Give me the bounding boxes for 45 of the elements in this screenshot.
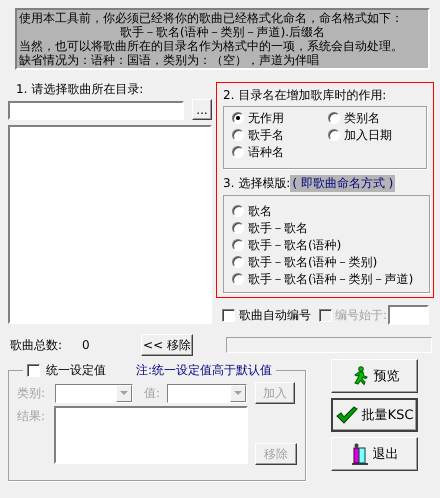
directory-label: 1. 请选择歌曲所在目录: xyxy=(16,82,144,96)
radio-option[interactable]: 歌手－歌名(语种－类别) xyxy=(232,254,429,270)
checkbox-option[interactable]: 歌曲自动编号 xyxy=(222,307,311,323)
radio-option[interactable]: 歌手名 xyxy=(232,127,328,143)
info-line: 歌手－歌名(语种－类别－声道).后缀名 xyxy=(118,25,326,39)
radio-button[interactable] xyxy=(232,146,244,158)
radio-button[interactable] xyxy=(232,222,244,234)
remove-button[interactable]: << 移除 xyxy=(141,334,193,356)
info-line: 使用本工具前，你必须已经将你的歌曲已经格式化命名，命名格式如下： xyxy=(19,11,404,25)
song-total-value: 0 xyxy=(82,338,91,352)
radio-button[interactable] xyxy=(232,256,244,268)
section-title: 3. 选择模版: xyxy=(223,174,290,192)
directory-field[interactable] xyxy=(8,101,184,120)
radio-option[interactable]: 加入日期 xyxy=(328,127,418,143)
value-label: 值: xyxy=(144,384,162,402)
radio-option[interactable]: 类别名 xyxy=(328,110,418,126)
radio-option[interactable]: 语种名 xyxy=(232,144,328,160)
start-number-field[interactable] xyxy=(388,305,430,325)
checkbox[interactable] xyxy=(222,308,235,322)
radio-button[interactable] xyxy=(232,112,244,124)
song-total-label: 歌曲总数: xyxy=(10,336,64,354)
check-icon xyxy=(336,406,358,424)
radio-button[interactable] xyxy=(328,129,340,141)
note-text: 注:统一设定值高于默认值 xyxy=(135,362,272,378)
browse-button[interactable]: ... xyxy=(192,99,212,120)
radio-button[interactable] xyxy=(232,205,244,217)
radio-option[interactable]: 歌手－歌名 xyxy=(232,220,429,236)
section-title: 2. 目录名在增加歌库时的作用: xyxy=(223,88,386,102)
info-line: 当然，也可以将歌曲所在的目录名作为格式中的一项，系统会自动处理。 xyxy=(19,39,404,53)
radio-option[interactable]: 歌手－歌名(语种) xyxy=(232,237,429,253)
category-label: 类别: xyxy=(17,384,46,402)
radio-option[interactable]: 无作用 xyxy=(232,110,328,126)
result-label: 结果: xyxy=(17,408,46,425)
radio-button[interactable] xyxy=(232,239,244,251)
batch-button[interactable]: 批量KSC xyxy=(331,398,418,432)
radio-button[interactable] xyxy=(232,273,244,285)
exit-button[interactable]: 退出 xyxy=(331,437,418,471)
preview-button[interactable]: 预览 xyxy=(331,359,418,393)
info-line: 缺省情况为：语种：国语，类别为：（空），声道为伴唱 xyxy=(19,53,320,67)
radio-button[interactable] xyxy=(232,129,244,141)
door-icon xyxy=(350,443,368,465)
radio-button[interactable] xyxy=(328,112,340,124)
radio-option[interactable]: 歌手－歌名(语种－类别－声道) xyxy=(232,271,429,287)
template-hint: ( 即歌曲命名方式 ) xyxy=(290,174,396,192)
radio-option[interactable]: 歌名 xyxy=(232,203,429,219)
